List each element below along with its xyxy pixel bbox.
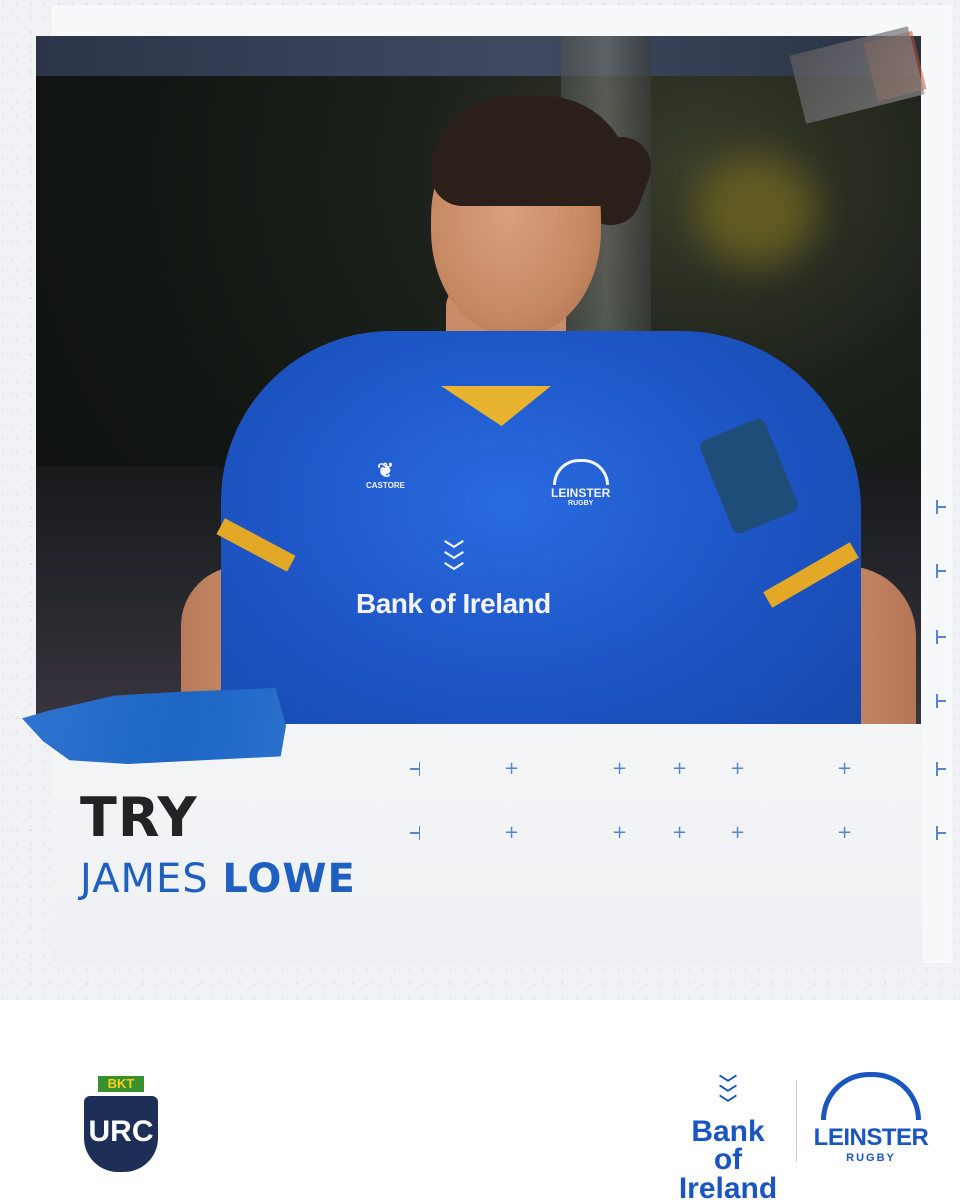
- grid-marker: +: [837, 758, 853, 779]
- player-figure: ❦ CASTORE LEINSTER RUGBY ﹀ ﹀ ﹀ Bank of Ire…: [176, 96, 921, 724]
- crest-icon: [552, 459, 609, 485]
- grid-marker: +: [672, 822, 688, 843]
- urc-shield-icon: URC: [84, 1096, 158, 1172]
- urc-logo: BKT URC: [84, 1076, 164, 1176]
- player-first-name: JAMES: [80, 856, 209, 902]
- event-headline: TRY: [80, 786, 198, 849]
- player-last-name: LOWE: [222, 856, 356, 902]
- jersey-crest: LEINSTER RUGBY: [551, 459, 610, 508]
- grid-marker: +: [612, 758, 628, 779]
- leinster-sub-label: RUGBY: [846, 1152, 896, 1164]
- leinster-wordmark: LEINSTER: [813, 1124, 929, 1151]
- bkt-sponsor-label: BKT: [98, 1076, 144, 1092]
- bank-chevrons-icon: ﹀ ﹀ ﹀: [719, 1074, 737, 1114]
- player-name: JAMES LOWE: [80, 856, 356, 902]
- grid-marker: +: [504, 758, 520, 779]
- grid-marker: [408, 762, 420, 776]
- grid-marker: +: [504, 822, 520, 843]
- grid-marker: [936, 762, 948, 776]
- player-photo: ❦ CASTORE LEINSTER RUGBY ﹀ ﹀ ﹀ Bank of Ire…: [36, 36, 921, 724]
- leinster-crest-icon: [821, 1072, 921, 1120]
- grid-marker: [936, 630, 948, 644]
- kit-brand-label: CASTORE: [366, 481, 405, 490]
- bank-logo-line1: Bank of: [691, 1114, 765, 1177]
- logo-divider: [796, 1080, 797, 1162]
- grid-marker: +: [730, 822, 746, 843]
- stadium-stand: [36, 36, 921, 76]
- crest-sub-label: RUGBY: [568, 500, 594, 508]
- grid-marker: [936, 564, 948, 578]
- grid-marker: [936, 826, 948, 840]
- grid-marker: [936, 500, 948, 514]
- grid-marker: [408, 826, 420, 840]
- grid-marker: +: [730, 758, 746, 779]
- bank-logo-line2: Ireland: [678, 1171, 778, 1200]
- bank-of-ireland-logo: ﹀ ﹀ ﹀ Bank of Ireland: [676, 1074, 780, 1200]
- crest-label: LEINSTER: [551, 486, 611, 500]
- kit-brand-icon: ❦: [377, 460, 394, 482]
- player-hair: [431, 96, 631, 206]
- grid-marker: +: [837, 822, 853, 843]
- jersey-sponsor: Bank of Ireland: [356, 588, 551, 619]
- grid-marker: +: [672, 758, 688, 779]
- leinster-logo: LEINSTER RUGBY: [812, 1072, 930, 1164]
- sponsor-chevrons-icon: ﹀ ﹀ ﹀: [444, 540, 464, 584]
- grid-marker: [936, 694, 948, 708]
- grid-marker: +: [612, 822, 628, 843]
- kit-brand: ❦ CASTORE: [366, 461, 405, 490]
